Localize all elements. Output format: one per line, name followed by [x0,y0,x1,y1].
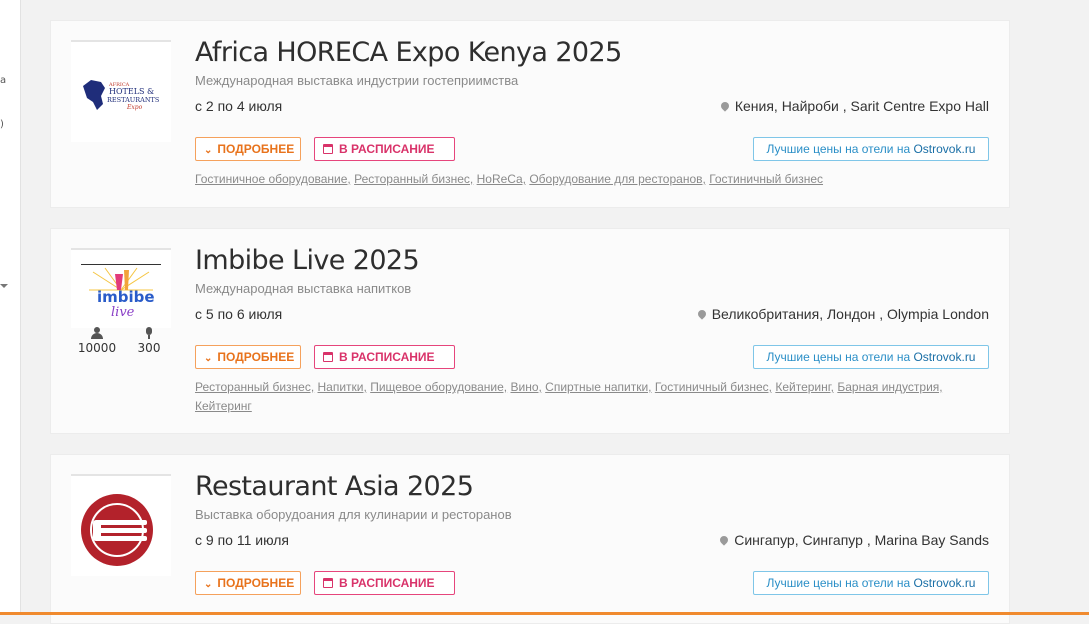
sidebar-fragment: a [0,75,7,86]
event-card: imbibe live 10000 300 Imbibe Live 2025 М… [50,228,1010,434]
left-sidebar-edge: a ) [0,0,21,615]
chevron-down-icon: ⌄ [204,145,213,156]
event-title[interactable]: Imbibe Live 2025 [195,245,420,276]
schedule-button-label: В РАСПИСАНИЕ [339,350,435,364]
tag-link[interactable]: Гостиничный бизнес, [655,380,772,394]
hotel-prices-button[interactable]: Лучшие цены на отели на Ostrovok.ru [753,137,989,161]
event-card: AFRICA HOTELS & RESTAURANTS Expo Africa … [50,20,1010,208]
more-button-label: ПОДРОБНЕЕ [217,142,295,156]
more-button[interactable]: ⌄ ПОДРОБНЕЕ [195,345,301,369]
chevron-down-icon: ⌄ [204,353,213,364]
microphone-icon [143,327,155,339]
event-location: Кения, Найроби , Sarit Centre Expo Hall [719,98,989,114]
map-pin-icon [718,534,730,546]
tag-link[interactable]: Кейтеринг [195,399,252,413]
svg-text:RESTAURANTS: RESTAURANTS [107,96,159,104]
schedule-button-label: В РАСПИСАНИЕ [339,142,435,156]
caret-down-icon[interactable] [0,284,8,288]
event-logo[interactable]: imbibe live [71,248,171,328]
event-subtitle: Международная выставка напитков [195,281,412,296]
svg-text:imbibe: imbibe [97,288,155,306]
hotel-button-label: Лучшие цены на отели на [766,576,914,590]
event-tags: Ресторанный бизнес, Напитки, Пищевое обо… [195,378,975,416]
visitors-count: 10000 [77,341,117,355]
event-location-text: Кения, Найроби , Sarit Centre Expo Hall [734,98,989,114]
tag-link[interactable]: Гостиничный бизнес [709,172,823,186]
add-to-schedule-button[interactable]: В РАСПИСАНИЕ [314,571,455,595]
hotel-button-label: Лучшие цены на отели на [766,350,914,364]
tag-link[interactable]: Оборудование для ресторанов, [529,172,706,186]
svg-text:HOTELS &: HOTELS & [109,87,154,96]
visitors-stat: 10000 [77,327,117,355]
more-button[interactable]: ⌄ ПОДРОБНЕЕ [195,571,301,595]
tag-link[interactable]: Гостиничное оборудование, [195,172,351,186]
tag-link[interactable]: Ресторанный бизнес, [354,172,473,186]
sidebar-fragment: ) [0,119,4,130]
event-location: Сингапур, Сингапур , Marina Bay Sands [718,532,989,548]
svg-text:Expo: Expo [126,104,143,111]
hotel-button-label: Лучшие цены на отели на [766,142,914,156]
calendar-icon [323,144,333,154]
chevron-down-icon: ⌄ [204,579,213,590]
tag-link[interactable]: HoReCa, [477,172,526,186]
hotel-brand: Ostrovok.ru [913,350,976,364]
event-card: Restaurant Asia 2025 Выставка оборудоани… [50,454,1010,624]
event-dates: с 5 по 6 июля [195,306,283,322]
imbibe-live-logo-icon: imbibe live [81,264,161,320]
event-location-text: Сингапур, Сингапур , Marina Bay Sands [734,532,989,548]
event-location: Великобритания, Лондон , Olympia London [696,306,989,322]
exhibitors-count: 300 [137,341,161,355]
hotel-prices-button[interactable]: Лучшие цены на отели на Ostrovok.ru [753,345,989,369]
add-to-schedule-button[interactable]: В РАСПИСАНИЕ [314,137,455,161]
map-pin-icon [696,308,708,320]
more-button[interactable]: ⌄ ПОДРОБНЕЕ [195,137,301,161]
calendar-icon [323,352,333,362]
event-dates: с 9 по 11 июля [195,532,290,548]
tag-link[interactable]: Напитки, [318,380,367,394]
user-icon [91,327,103,339]
africa-hotels-logo-icon: AFRICA HOTELS & RESTAURANTS Expo [83,80,159,111]
calendar-icon [323,578,333,588]
event-tags: Гостиничное оборудование, Ресторанный би… [195,170,975,189]
tag-link[interactable]: Барная индустрия, [837,380,942,394]
schedule-button-label: В РАСПИСАНИЕ [339,576,435,590]
event-title[interactable]: Africa HORECA Expo Kenya 2025 [195,37,622,68]
event-logo[interactable]: AFRICA HOTELS & RESTAURANTS Expo [71,40,171,142]
tag-link[interactable]: Пищевое оборудование, [370,380,507,394]
tag-link[interactable]: Спиртные напитки, [545,380,651,394]
tag-link[interactable]: Кейтеринг, [775,380,834,394]
hotel-brand: Ostrovok.ru [913,142,976,156]
exhibitors-stat: 300 [129,327,169,355]
restaurant-asia-logo-icon [81,494,153,566]
event-title[interactable]: Restaurant Asia 2025 [195,471,474,502]
hotel-brand: Ostrovok.ru [913,576,976,590]
event-subtitle: Выставка оборудоания для кулинарии и рес… [195,507,512,522]
hotel-prices-button[interactable]: Лучшие цены на отели на Ostrovok.ru [753,571,989,595]
tag-link[interactable]: Вино, [510,380,541,394]
svg-text:live: live [111,305,135,320]
event-dates: с 2 по 4 июля [195,98,283,114]
add-to-schedule-button[interactable]: В РАСПИСАНИЕ [314,345,455,369]
event-subtitle: Международная выставка индустрии гостепр… [195,73,519,88]
event-location-text: Великобритания, Лондон , Olympia London [711,306,989,322]
tag-link[interactable]: Ресторанный бизнес, [195,380,314,394]
map-pin-icon [719,100,731,112]
more-button-label: ПОДРОБНЕЕ [217,576,295,590]
event-logo[interactable] [71,474,171,576]
more-button-label: ПОДРОБНЕЕ [217,350,295,364]
